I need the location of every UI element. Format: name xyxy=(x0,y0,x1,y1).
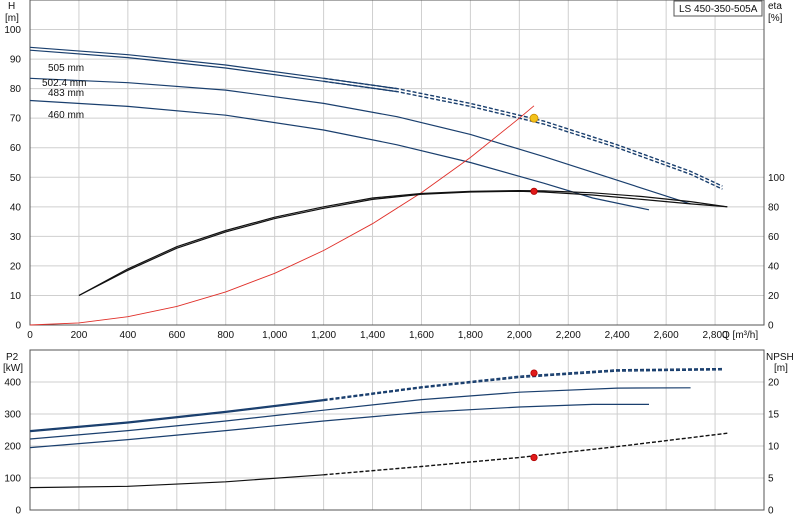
left-tick-label: 50 xyxy=(10,173,22,184)
x-tick-label: 1,600 xyxy=(409,330,434,341)
left-tick-label: 100 xyxy=(4,474,21,485)
right-tick-label: 60 xyxy=(768,232,780,243)
x-tick-label: 2,400 xyxy=(605,330,630,341)
curve-label-505: 505 mm xyxy=(48,63,84,74)
x-tick-label: 600 xyxy=(168,330,185,341)
x-tick-label: 0 xyxy=(27,330,33,341)
left-tick-label: 300 xyxy=(4,410,21,421)
power-axis-unit: [kW] xyxy=(3,363,23,374)
left-tick-label: 10 xyxy=(10,291,22,302)
curve-series-0-3 xyxy=(29,99,650,211)
right-tick-label: 10 xyxy=(768,442,780,453)
curve-series-dashed-1-1 xyxy=(323,369,723,402)
x-tick-label: 1,800 xyxy=(458,330,483,341)
curve-series-dashed-0-1 xyxy=(323,80,723,190)
x-tick-label: 1,400 xyxy=(360,330,385,341)
power-chart-curves xyxy=(29,367,728,489)
x-tick-label: 2,600 xyxy=(654,330,679,341)
npsh-axis-label: NPSH xyxy=(766,352,794,363)
left-tick-label: 200 xyxy=(4,442,21,453)
left-tick-label: 20 xyxy=(10,261,22,272)
curve-series-0-2 xyxy=(29,77,691,205)
power-chart-grid: 0 100 200 300 400 0 5 10 15 20 xyxy=(4,350,780,517)
duty-point-0-1[interactable] xyxy=(530,187,538,195)
flow-axis-label: Q [m³/h] xyxy=(722,330,758,341)
duty-point-0-0[interactable] xyxy=(529,113,539,123)
head-chart-grid: 0 10 20 30 40 50 60 70 80 90 100 0 20 40 60 80 100 0 200 40… xyxy=(4,0,785,341)
eta-axis-label: eta xyxy=(768,1,782,12)
duty-point-1-1[interactable] xyxy=(530,453,538,462)
x-tick-label: 400 xyxy=(120,330,137,341)
left-tick-label: 0 xyxy=(15,321,21,332)
right-tick-label: 0 xyxy=(768,321,774,332)
right-tick-label: 80 xyxy=(768,202,780,213)
x-tick-label: 1,200 xyxy=(311,330,336,341)
duty-point-1-0[interactable] xyxy=(530,369,538,377)
right-tick-label: 20 xyxy=(768,378,780,389)
curve-series-1-3 xyxy=(29,403,649,449)
left-tick-label: 0 xyxy=(15,506,21,517)
pump-curve-screen: 0 10 20 30 40 50 60 70 80 90 100 0 20 40 60 80 100 0 200 40… xyxy=(0,0,800,520)
x-tick-label: 1,000 xyxy=(262,330,287,341)
left-tick-label: 100 xyxy=(4,25,21,36)
curve-label-483: 483 mm xyxy=(48,88,84,99)
right-tick-label: 20 xyxy=(768,291,780,302)
curve-label-460: 460 mm xyxy=(48,110,84,121)
right-tick-label: 0 xyxy=(768,506,774,517)
left-tick-label: 30 xyxy=(10,232,22,243)
right-tick-label: 5 xyxy=(768,474,774,485)
head-axis-label: H xyxy=(8,1,15,12)
left-tick-label: 40 xyxy=(10,202,22,213)
curve-series-dashed-1-4 xyxy=(323,432,728,476)
left-tick-label: 90 xyxy=(10,55,22,66)
right-tick-label: 100 xyxy=(768,173,785,184)
head-chart-frame xyxy=(29,0,765,326)
power-axis-label: P2 xyxy=(6,352,19,363)
pump-performance-chart: 01020304050607080901000204060801000 200 40… xyxy=(3,0,794,517)
x-tick-label: 2,200 xyxy=(556,330,581,341)
curve-series-dashed-1-0 xyxy=(323,367,723,401)
x-tick-label: 2,000 xyxy=(507,330,532,341)
left-tick-label: 80 xyxy=(10,84,22,95)
right-tick-label: 15 xyxy=(768,410,780,421)
model-label: LS 450-350-505A xyxy=(679,4,758,15)
right-tick-label: 40 xyxy=(768,261,780,272)
npsh-axis-unit: [m] xyxy=(774,363,788,374)
left-tick-label: 70 xyxy=(10,114,22,125)
x-tick-label: 800 xyxy=(217,330,234,341)
left-tick-label: 60 xyxy=(10,143,22,154)
x-tick-label: 200 xyxy=(71,330,88,341)
eta-axis-unit: [%] xyxy=(768,13,783,24)
left-tick-label: 400 xyxy=(4,378,21,389)
head-axis-unit: [m] xyxy=(5,13,19,24)
curve-series-dashed-0-0 xyxy=(323,77,723,187)
